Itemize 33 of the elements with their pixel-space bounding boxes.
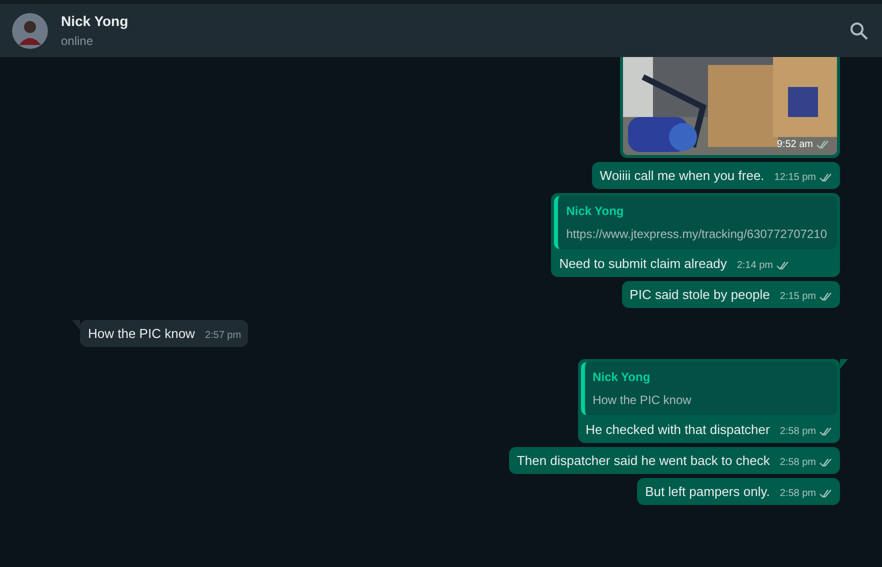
timestamp: 2:58 pm [780,487,816,501]
message-text: Then dispatcher said he went back to check [516,452,770,470]
timestamp: 2:15 pm [780,290,816,304]
double-tick-icon [819,292,833,302]
quoted-sender: Nick Yong [592,369,652,386]
quoted-message[interactable]: Nick Yong https://www.jtexpress.my/tracking/630772707210 [554,196,837,249]
double-tick-icon [819,426,833,436]
quoted-text: https://www.jtexpress.my/tracking/630772707210 [566,226,827,243]
timestamp: 2:58 pm [780,456,816,470]
search-icon[interactable] [850,22,868,40]
message-text: Need to submit claim already [559,255,727,273]
message-text: He checked with that dispatcher [586,421,770,439]
image-message[interactable]: 9:52 am [620,57,840,158]
double-tick-icon [819,172,833,182]
message-text: PIC said stole by people [630,286,770,304]
double-tick-icon [819,458,833,468]
avatar[interactable] [12,12,48,48]
timestamp: 2:57 pm [204,329,242,343]
timestamp: 12:15 pm [774,171,816,185]
timestamp: 9:52 am [776,138,813,152]
quoted-sender: Nick Yong [566,203,625,220]
quoted-text: How the PIC know [592,392,692,409]
message-text: But left pampers only. [645,483,770,501]
double-tick-icon [816,140,830,150]
status-text: online [61,33,94,50]
message-text: Woiiii call me when you free. [600,167,764,185]
double-tick-icon [776,260,790,270]
message-text: How the PIC know [88,325,195,343]
timestamp: 2:14 pm [736,259,773,273]
double-tick-icon [819,488,833,498]
contact-name: Nick Yong [61,12,128,31]
quoted-message[interactable]: Nick Yong How the PIC know [580,362,837,415]
timestamp: 2:58 pm [780,425,816,439]
